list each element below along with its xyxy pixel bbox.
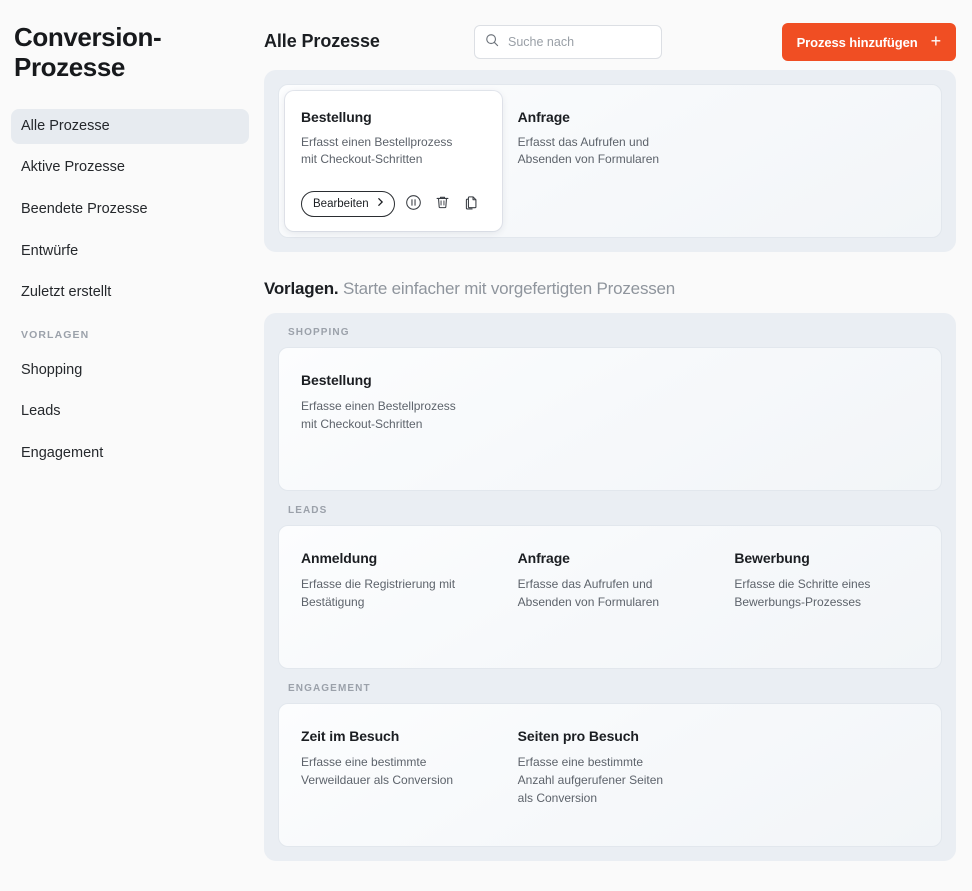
search-icon <box>485 33 499 52</box>
template-card-seiten-pro-besuch[interactable]: Seiten pro Besuch Erfasse eine bestimmte… <box>502 710 719 840</box>
sidebar-item-alle-prozesse[interactable]: Alle Prozesse <box>11 108 249 145</box>
search-input[interactable] <box>508 35 651 49</box>
process-title: Bestellung <box>301 109 372 125</box>
add-process-button-label: Prozess hinzufügen <box>796 34 918 50</box>
sidebar-item-engagement[interactable]: Engagement <box>11 436 249 472</box>
process-grid-empty-slot <box>718 91 935 231</box>
sidebar: Conversion-Prozesse Alle Prozesse Aktive… <box>0 0 260 891</box>
process-description: Erfasst einen Bestellprozess mit Checkou… <box>301 135 453 167</box>
template-description: Erfasse das Aufrufen und Absenden von Fo… <box>517 576 660 609</box>
template-grid: Anmeldung Erfasse die Registrierung mit … <box>279 526 941 668</box>
sidebar-item-shopping[interactable]: Shopping <box>11 353 249 389</box>
processes-shell: Bestellung Erfasst einen Bestellprozess … <box>278 84 942 238</box>
processes-tray: Bestellung Erfasst einen Bestellprozess … <box>264 70 956 252</box>
sidebar-section-label-vorlagen: VORLAGEN <box>21 328 90 341</box>
template-title: Anmeldung <box>301 549 378 566</box>
sidebar-nav: Alle Prozesse Aktive Prozesse Beendete P… <box>0 108 260 311</box>
template-description: Erfasse eine bestimmte Anzahl aufgerufen… <box>517 754 664 805</box>
template-title: Bewerbung <box>734 549 810 566</box>
sidebar-item-beendete-prozesse[interactable]: Beendete Prozesse <box>11 192 249 228</box>
template-section-leads: LEADS Anmeldung Erfasse die Registrierun… <box>278 505 942 669</box>
template-card-bestellung[interactable]: Bestellung Erfasse einen Bestellprozess … <box>285 354 502 484</box>
template-card-bewerbung[interactable]: Bewerbung Erfasse die Schritte eines Bew… <box>718 532 935 662</box>
process-card-bestellung[interactable]: Bestellung Erfasst einen Bestellprozess … <box>285 91 502 231</box>
page-title: Conversion-Prozesse <box>14 22 162 83</box>
process-description: Erfasst das Aufrufen und Absenden von Fo… <box>517 135 660 167</box>
template-section-label: SHOPPING <box>288 326 350 338</box>
sidebar-item-entwuerfe[interactable]: Entwürfe <box>11 234 249 270</box>
content-heading: Alle Prozesse <box>264 31 380 51</box>
template-grid: Bestellung Erfasse einen Bestellprozess … <box>279 348 941 490</box>
sidebar-item-zuletzt-erstellt[interactable]: Zuletzt erstellt <box>11 275 249 311</box>
template-section-engagement: ENGAGEMENT Zeit im Besuch Erfasse eine b… <box>278 683 942 847</box>
template-description: Erfasse einen Bestellprozess mit Checkou… <box>301 398 456 431</box>
template-card-zeit-im-besuch[interactable]: Zeit im Besuch Erfasse eine bestimmte Ve… <box>285 710 502 840</box>
template-title: Bestellung <box>301 371 372 388</box>
template-section-shell: Zeit im Besuch Erfasse eine bestimmte Ve… <box>278 702 942 847</box>
copy-icon <box>463 194 480 214</box>
process-title: Anfrage <box>517 109 570 125</box>
template-grid-empty-slot <box>718 354 935 484</box>
template-card-anmeldung[interactable]: Anmeldung Erfasse die Registrierung mit … <box>285 532 502 662</box>
process-card-anfrage[interactable]: Anfrage Erfasst das Aufrufen und Absende… <box>502 91 719 231</box>
main-content: Alle Prozesse Prozess hinzufügen + <box>260 0 972 891</box>
template-card-anfrage[interactable]: Anfrage Erfasse das Aufrufen und Absende… <box>502 532 719 662</box>
sidebar-template-nav: Shopping Leads Engagement <box>0 353 260 472</box>
template-title: Zeit im Besuch <box>301 727 400 744</box>
search-box[interactable] <box>474 25 662 59</box>
chevron-right-icon <box>376 197 385 210</box>
duplicate-process-button[interactable] <box>462 194 482 214</box>
templates-heading-muted: Starte einfacher mit vorgefertigten Proz… <box>342 278 676 298</box>
template-description: Erfasse eine bestimmte Verweildauer als … <box>301 754 454 787</box>
template-description: Erfasse die Registrierung mit Bestätigun… <box>301 576 456 609</box>
template-section-shopping: SHOPPING Bestellung Erfasse einen Bestel… <box>278 327 942 491</box>
sidebar-item-aktive-prozesse[interactable]: Aktive Prozesse <box>11 150 249 186</box>
template-section-shell: Anmeldung Erfasse die Registrierung mit … <box>278 524 942 669</box>
template-section-label: LEADS <box>288 504 328 516</box>
template-section-label: ENGAGEMENT <box>288 682 371 694</box>
template-grid-empty-slot <box>718 710 935 840</box>
template-section-shell: Bestellung Erfasse einen Bestellprozess … <box>278 346 942 491</box>
delete-process-button[interactable] <box>433 194 453 214</box>
template-grid-empty-slot <box>502 354 719 484</box>
add-process-button[interactable]: Prozess hinzufügen + <box>781 23 956 61</box>
trash-icon <box>434 194 451 214</box>
templates-tray: SHOPPING Bestellung Erfasse einen Bestel… <box>264 312 956 861</box>
template-description: Erfasse die Schritte eines Bewerbungs-Pr… <box>734 576 871 609</box>
pause-circle-icon <box>405 194 422 214</box>
templates-heading: Vorlagen. Starte einfacher mit vorgefert… <box>264 279 972 299</box>
sidebar-item-leads[interactable]: Leads <box>11 394 249 430</box>
edit-process-button[interactable]: Bearbeiten <box>301 190 395 217</box>
pause-process-button[interactable] <box>404 194 424 214</box>
template-title: Anfrage <box>517 549 570 566</box>
process-actions: Bearbeiten <box>301 190 486 217</box>
templates-heading-strong: Vorlagen. <box>264 278 339 298</box>
processes-grid: Bestellung Erfasst einen Bestellprozess … <box>279 85 941 237</box>
toolbar: Alle Prozesse Prozess hinzufügen + <box>260 0 972 70</box>
template-title: Seiten pro Besuch <box>517 727 639 744</box>
template-grid: Zeit im Besuch Erfasse eine bestimmte Ve… <box>279 704 941 846</box>
plus-icon: + <box>930 31 942 51</box>
edit-process-button-label: Bearbeiten <box>313 197 369 210</box>
app-root: Conversion-Prozesse Alle Prozesse Aktive… <box>0 0 972 891</box>
